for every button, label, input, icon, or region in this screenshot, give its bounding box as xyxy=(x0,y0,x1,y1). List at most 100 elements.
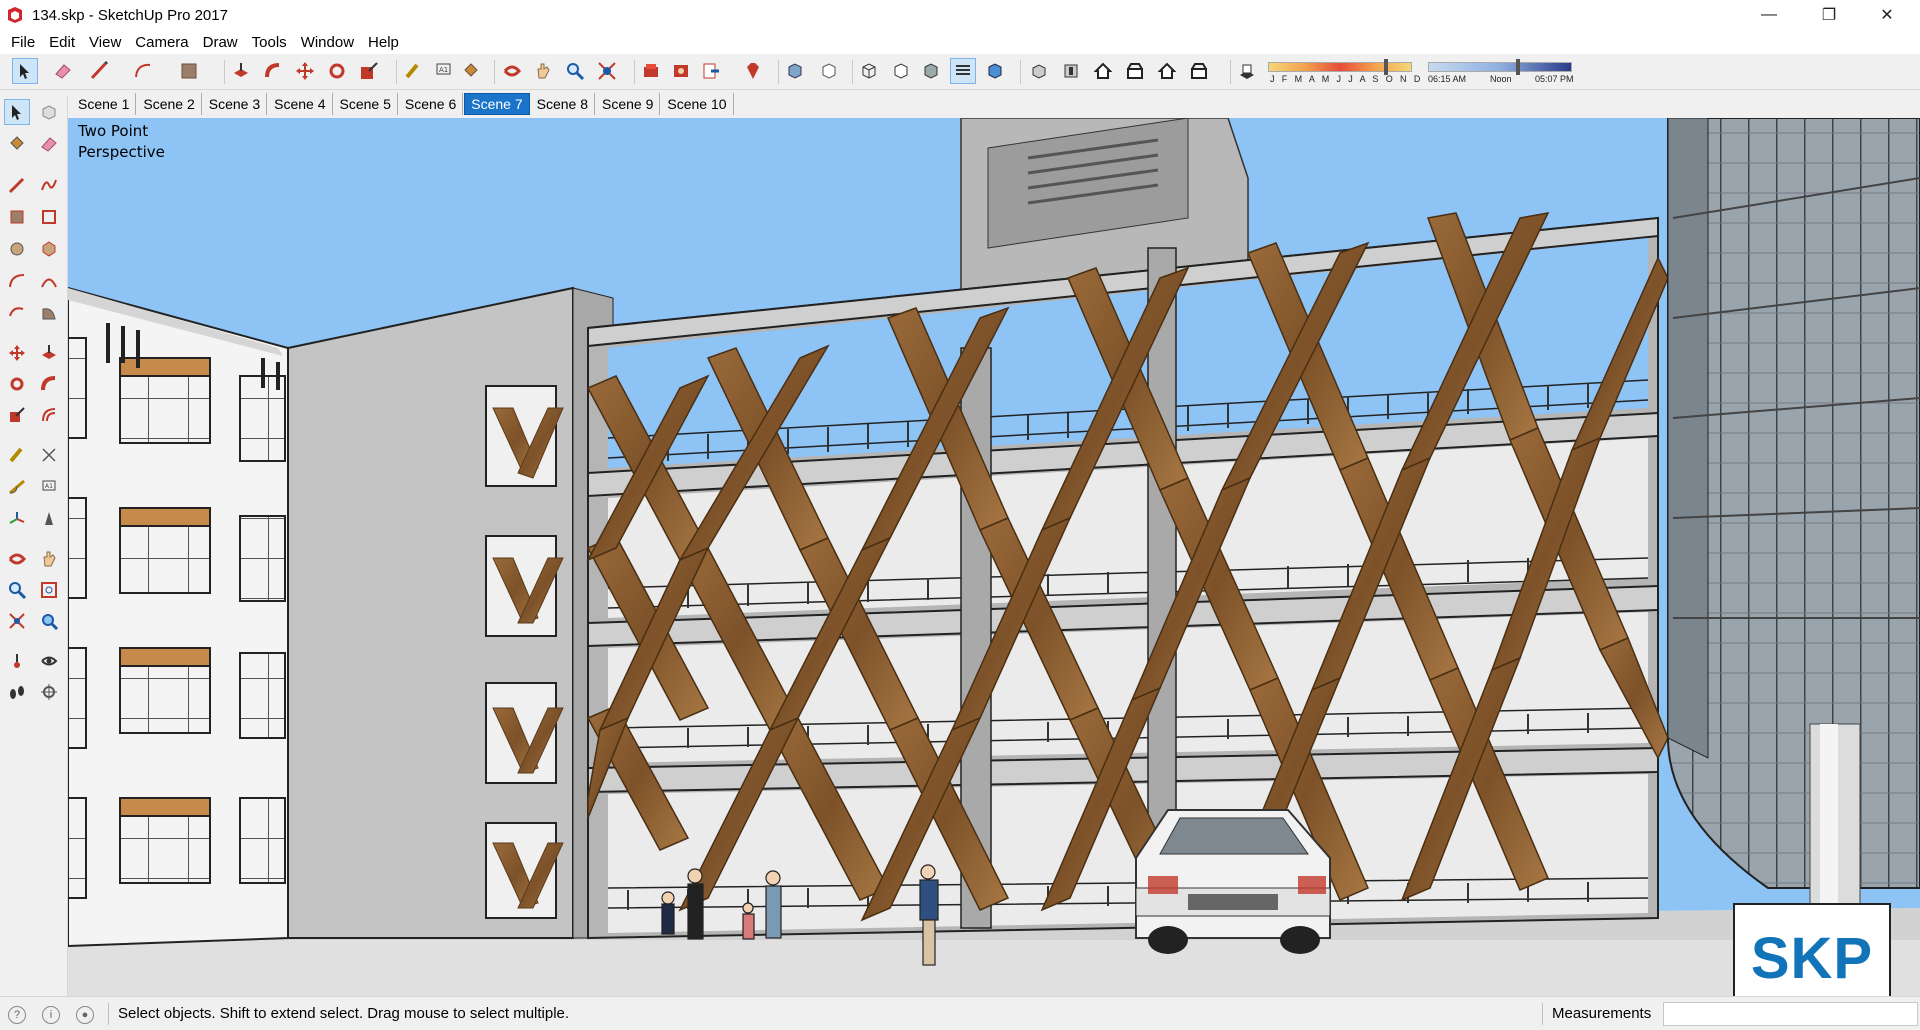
3d-warehouse-icon[interactable] xyxy=(638,58,664,84)
shadow-month-thumb[interactable] xyxy=(1384,59,1388,75)
menu-view[interactable]: View xyxy=(82,34,128,51)
tape-measure-tool-icon[interactable] xyxy=(4,442,30,468)
menu-camera[interactable]: Camera xyxy=(128,34,195,51)
position-camera-icon[interactable] xyxy=(4,648,30,674)
line-tool-icon[interactable] xyxy=(4,172,30,198)
rotate-tool-icon[interactable] xyxy=(4,371,30,397)
3d-text-tool-icon[interactable] xyxy=(36,506,62,532)
back-edges-style-icon[interactable] xyxy=(816,58,842,84)
tab-scene-6[interactable]: Scene 6 xyxy=(399,93,464,115)
arc-tool-icon[interactable] xyxy=(4,268,30,294)
menu-draw[interactable]: Draw xyxy=(196,34,245,51)
xray-style-icon[interactable] xyxy=(782,58,808,84)
circle-tool-icon[interactable] xyxy=(4,236,30,262)
monochrome-style-icon[interactable] xyxy=(982,58,1008,84)
rotated-rectangle-tool-icon[interactable] xyxy=(36,204,62,230)
minimize-icon[interactable]: — xyxy=(1740,0,1798,30)
tab-scene-1[interactable]: Scene 1 xyxy=(72,93,137,115)
zoom-extents-tool-icon[interactable] xyxy=(594,58,620,84)
text-tool-icon[interactable]: A1 xyxy=(430,58,456,84)
polygon-tool-icon[interactable] xyxy=(36,236,62,262)
zoom-extents-tool-icon[interactable] xyxy=(4,608,30,634)
axes-tool-icon[interactable] xyxy=(4,506,30,532)
three-point-arc-tool-icon[interactable] xyxy=(4,300,30,326)
right-view-icon[interactable] xyxy=(1122,58,1148,84)
orbit-tool-icon[interactable] xyxy=(499,58,525,84)
move-tool-icon[interactable] xyxy=(292,58,318,84)
select-tool-icon[interactable] xyxy=(4,99,30,125)
shadow-month-slider[interactable] xyxy=(1268,62,1412,72)
offset-tool-icon[interactable] xyxy=(36,402,62,428)
look-around-icon[interactable] xyxy=(36,648,62,674)
push-pull-tool-icon[interactable] xyxy=(228,58,254,84)
paint-bucket-tool-icon[interactable] xyxy=(4,131,30,157)
menu-help[interactable]: Help xyxy=(361,34,406,51)
scale-tool-icon[interactable] xyxy=(4,402,30,428)
two-point-arc-tool-icon[interactable] xyxy=(36,268,62,294)
line-tool-icon[interactable] xyxy=(86,58,112,84)
shaded-textures-style-icon[interactable] xyxy=(950,58,976,84)
text-tool-icon[interactable]: A1 xyxy=(36,474,62,500)
make-component-icon[interactable] xyxy=(36,99,62,125)
tab-scene-3[interactable]: Scene 3 xyxy=(203,93,268,115)
push-pull-tool-icon[interactable] xyxy=(36,340,62,366)
walk-tool-icon[interactable] xyxy=(4,679,30,705)
zoom-window-tool-icon[interactable] xyxy=(36,577,62,603)
tab-scene-9[interactable]: Scene 9 xyxy=(596,93,661,115)
tab-scene-10[interactable]: Scene 10 xyxy=(661,93,734,115)
geo-location-icon[interactable]: ? xyxy=(8,1006,26,1024)
select-tool-icon[interactable] xyxy=(12,58,38,84)
zoom-tool-icon[interactable] xyxy=(4,577,30,603)
top-view-icon[interactable] xyxy=(1058,58,1084,84)
wireframe-style-icon[interactable] xyxy=(856,58,882,84)
user-account-icon[interactable]: ● xyxy=(76,1006,94,1024)
previous-view-icon[interactable] xyxy=(36,608,62,634)
shapes-tool-icon[interactable] xyxy=(176,58,202,84)
ruby-console-icon[interactable] xyxy=(740,58,766,84)
freehand-tool-icon[interactable] xyxy=(36,172,62,198)
follow-me-tool-icon[interactable] xyxy=(260,58,286,84)
restore-icon[interactable]: ❐ xyxy=(1800,0,1858,30)
tab-scene-5[interactable]: Scene 5 xyxy=(334,93,398,115)
extension-warehouse-icon[interactable] xyxy=(668,58,694,84)
tape-measure-tool-icon[interactable] xyxy=(400,58,426,84)
shadow-time-slider[interactable] xyxy=(1428,62,1572,72)
tab-scene-8[interactable]: Scene 8 xyxy=(531,93,595,115)
shadows-toggle-icon[interactable] xyxy=(1234,58,1260,84)
left-view-icon[interactable] xyxy=(1186,58,1212,84)
measurements-input[interactable] xyxy=(1663,1002,1918,1026)
close-icon[interactable]: ✕ xyxy=(1858,0,1916,30)
rotate-tool-icon[interactable] xyxy=(324,58,350,84)
eraser-tool-icon[interactable] xyxy=(36,131,62,157)
section-plane-icon[interactable] xyxy=(36,679,62,705)
back-view-icon[interactable] xyxy=(1154,58,1180,84)
protractor-tool-icon[interactable] xyxy=(4,474,30,500)
eraser-tool-icon[interactable] xyxy=(50,58,76,84)
layout-send-icon[interactable] xyxy=(698,58,724,84)
pie-tool-icon[interactable] xyxy=(36,300,62,326)
scale-tool-icon[interactable] xyxy=(356,58,382,84)
pan-tool-icon[interactable] xyxy=(530,58,556,84)
paint-bucket-tool-icon[interactable] xyxy=(458,58,484,84)
menu-window[interactable]: Window xyxy=(294,34,361,51)
hidden-line-style-icon[interactable] xyxy=(888,58,914,84)
shadow-time-thumb[interactable] xyxy=(1516,59,1520,75)
menu-file[interactable]: File xyxy=(4,34,42,51)
credits-icon[interactable]: i xyxy=(42,1006,60,1024)
zoom-tool-icon[interactable] xyxy=(562,58,588,84)
tab-scene-7[interactable]: Scene 7 xyxy=(464,93,530,115)
model-viewport[interactable]: Two Point Perspective SKP xyxy=(68,118,1920,996)
rectangle-tool-icon[interactable] xyxy=(4,204,30,230)
follow-me-tool-icon[interactable] xyxy=(36,371,62,397)
tab-scene-2[interactable]: Scene 2 xyxy=(137,93,202,115)
move-tool-icon[interactable] xyxy=(4,340,30,366)
menu-edit[interactable]: Edit xyxy=(42,34,82,51)
iso-view-icon[interactable] xyxy=(1026,58,1052,84)
tab-scene-4[interactable]: Scene 4 xyxy=(268,93,333,115)
dimension-tool-icon[interactable] xyxy=(36,442,62,468)
orbit-tool-icon[interactable] xyxy=(4,546,30,572)
shaded-style-icon[interactable] xyxy=(918,58,944,84)
arc-tool-icon[interactable] xyxy=(130,58,156,84)
front-view-icon[interactable] xyxy=(1090,58,1116,84)
pan-tool-icon[interactable] xyxy=(36,546,62,572)
